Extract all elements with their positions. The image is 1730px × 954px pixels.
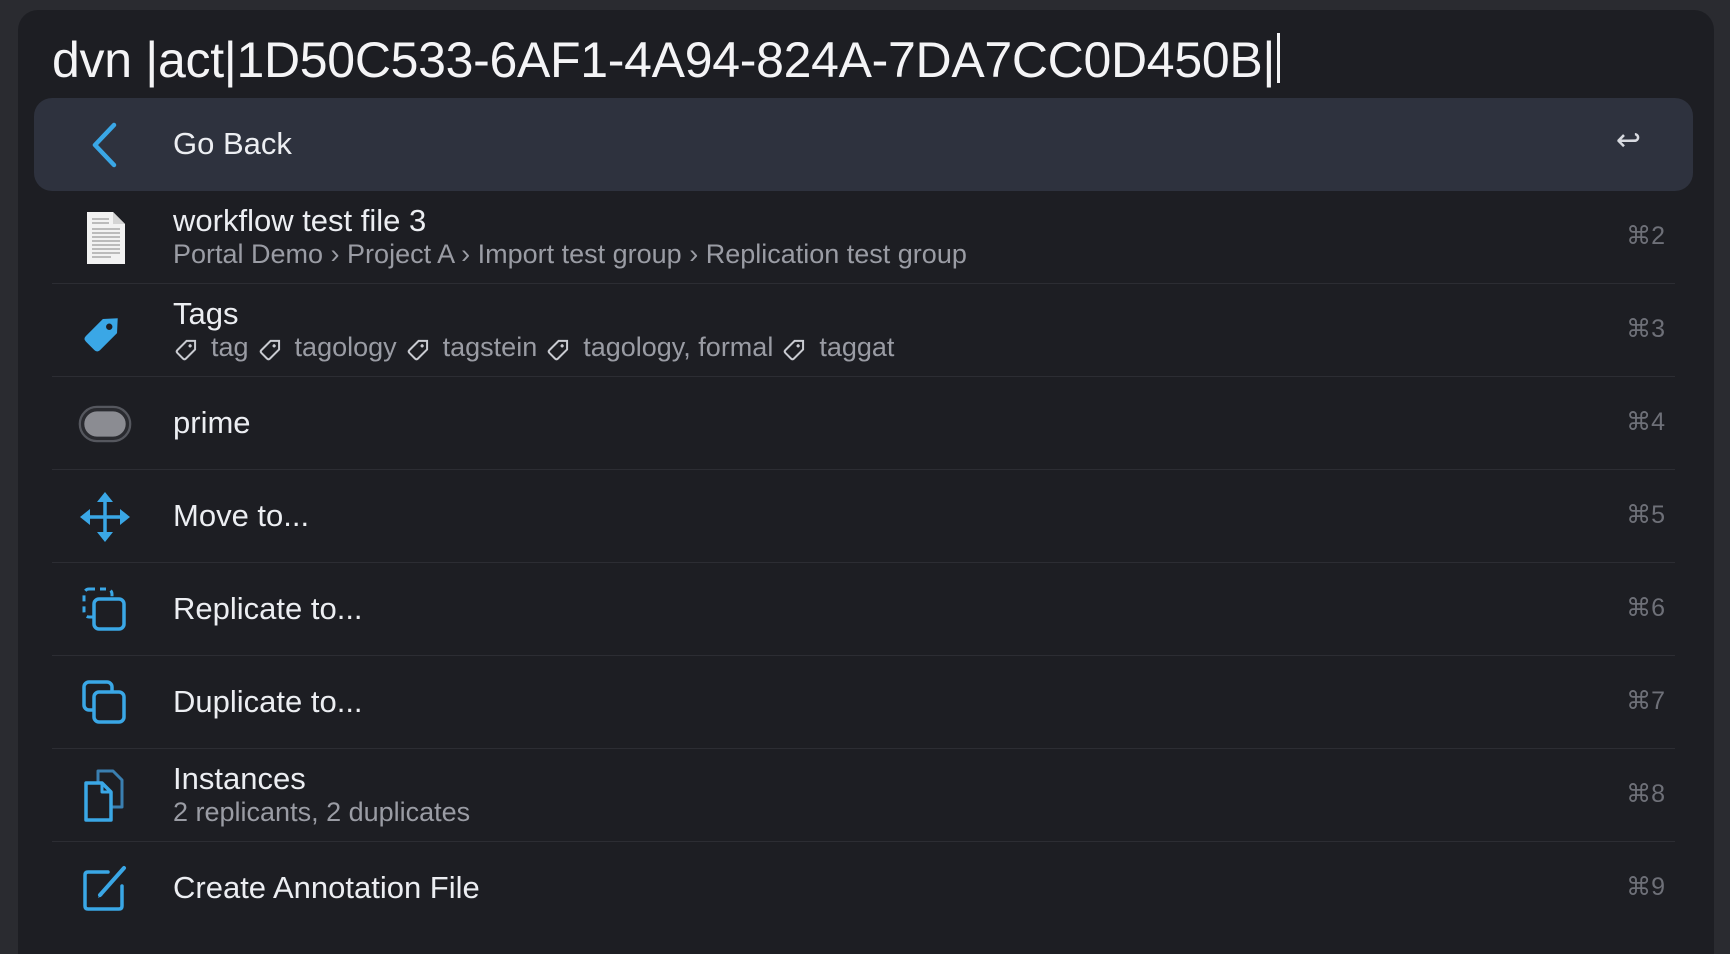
result-title: Replicate to...	[173, 591, 363, 626]
return-key-shortcut: ↩	[1615, 124, 1641, 157]
tag-outline-icon	[175, 339, 197, 360]
shortcut-label: ⌘5	[1626, 501, 1665, 529]
replicate-icon	[78, 583, 132, 637]
tag-list: tag tagology tagstein tagology, formal t…	[173, 332, 902, 363]
result-replicate-to[interactable]: Replicate to... ⌘6	[52, 563, 1693, 656]
search-query[interactable]: dvn |act|1D50C533-6AF1-4A94-824A-7DA7CC0…	[52, 28, 1281, 92]
move-arrows-icon	[78, 490, 132, 544]
result-title: Tags	[173, 296, 239, 331]
tag-outline-icon	[547, 339, 569, 360]
result-document[interactable]: workflow test file 3 Portal Demo › Proje…	[52, 191, 1693, 284]
result-go-back[interactable]: Go Back ↩	[34, 98, 1693, 191]
shortcut-label: ⌘2	[1626, 222, 1665, 250]
result-title: Duplicate to...	[173, 684, 363, 719]
duplicate-icon	[78, 676, 132, 730]
document-icon	[78, 211, 132, 265]
shortcut-label: ⌘4	[1626, 408, 1665, 436]
search-query-text: dvn |act|1D50C533-6AF1-4A94-824A-7DA7CC0…	[52, 32, 1276, 88]
tag-outline-icon	[784, 339, 805, 360]
tag-chip: tagology, formal	[545, 332, 773, 363]
shortcut-label: ⌘9	[1626, 873, 1665, 901]
tag-chip: tag	[173, 332, 249, 363]
result-title: workflow test file 3	[173, 203, 427, 238]
result-duplicate-to[interactable]: Duplicate to... ⌘7	[52, 656, 1693, 749]
result-tags[interactable]: Tags tag tagology tagstein tagology, for…	[52, 284, 1693, 377]
result-move-to[interactable]: Move to... ⌘5	[52, 470, 1693, 563]
breadcrumb-path: Portal Demo › Project A › Import test gr…	[173, 239, 967, 269]
result-title: prime	[173, 405, 251, 440]
tag-icon	[78, 304, 132, 358]
tag-chip: tagstein	[405, 332, 537, 363]
chevron-left-icon	[78, 118, 132, 172]
shortcut-label: ⌘6	[1626, 594, 1665, 622]
result-title: Create Annotation File	[173, 870, 480, 905]
shortcut-label: ⌘7	[1626, 687, 1665, 715]
annotation-pencil-icon	[78, 862, 132, 916]
result-title: Instances	[173, 761, 306, 796]
text-caret	[1277, 33, 1281, 83]
result-label[interactable]: prime ⌘4	[52, 377, 1693, 470]
result-create-annotation[interactable]: Create Annotation File ⌘9	[52, 842, 1693, 935]
tag-chip: taggat	[781, 332, 894, 363]
shortcut-label: ⌘3	[1626, 315, 1665, 343]
instances-icon	[78, 769, 132, 823]
tag-chip: tagology	[257, 332, 397, 363]
tag-outline-icon	[407, 339, 428, 360]
result-title: Go Back	[173, 126, 292, 161]
result-instances[interactable]: Instances 2 replicants, 2 duplicates ⌘8	[52, 749, 1693, 842]
command-palette: dvn |act|1D50C533-6AF1-4A94-824A-7DA7CC0…	[18, 10, 1714, 954]
shortcut-label: ⌘8	[1626, 780, 1665, 808]
result-title: Move to...	[173, 498, 310, 533]
label-pill-icon	[78, 397, 132, 451]
tag-outline-icon	[259, 339, 280, 360]
instances-summary: 2 replicants, 2 duplicates	[173, 797, 471, 827]
